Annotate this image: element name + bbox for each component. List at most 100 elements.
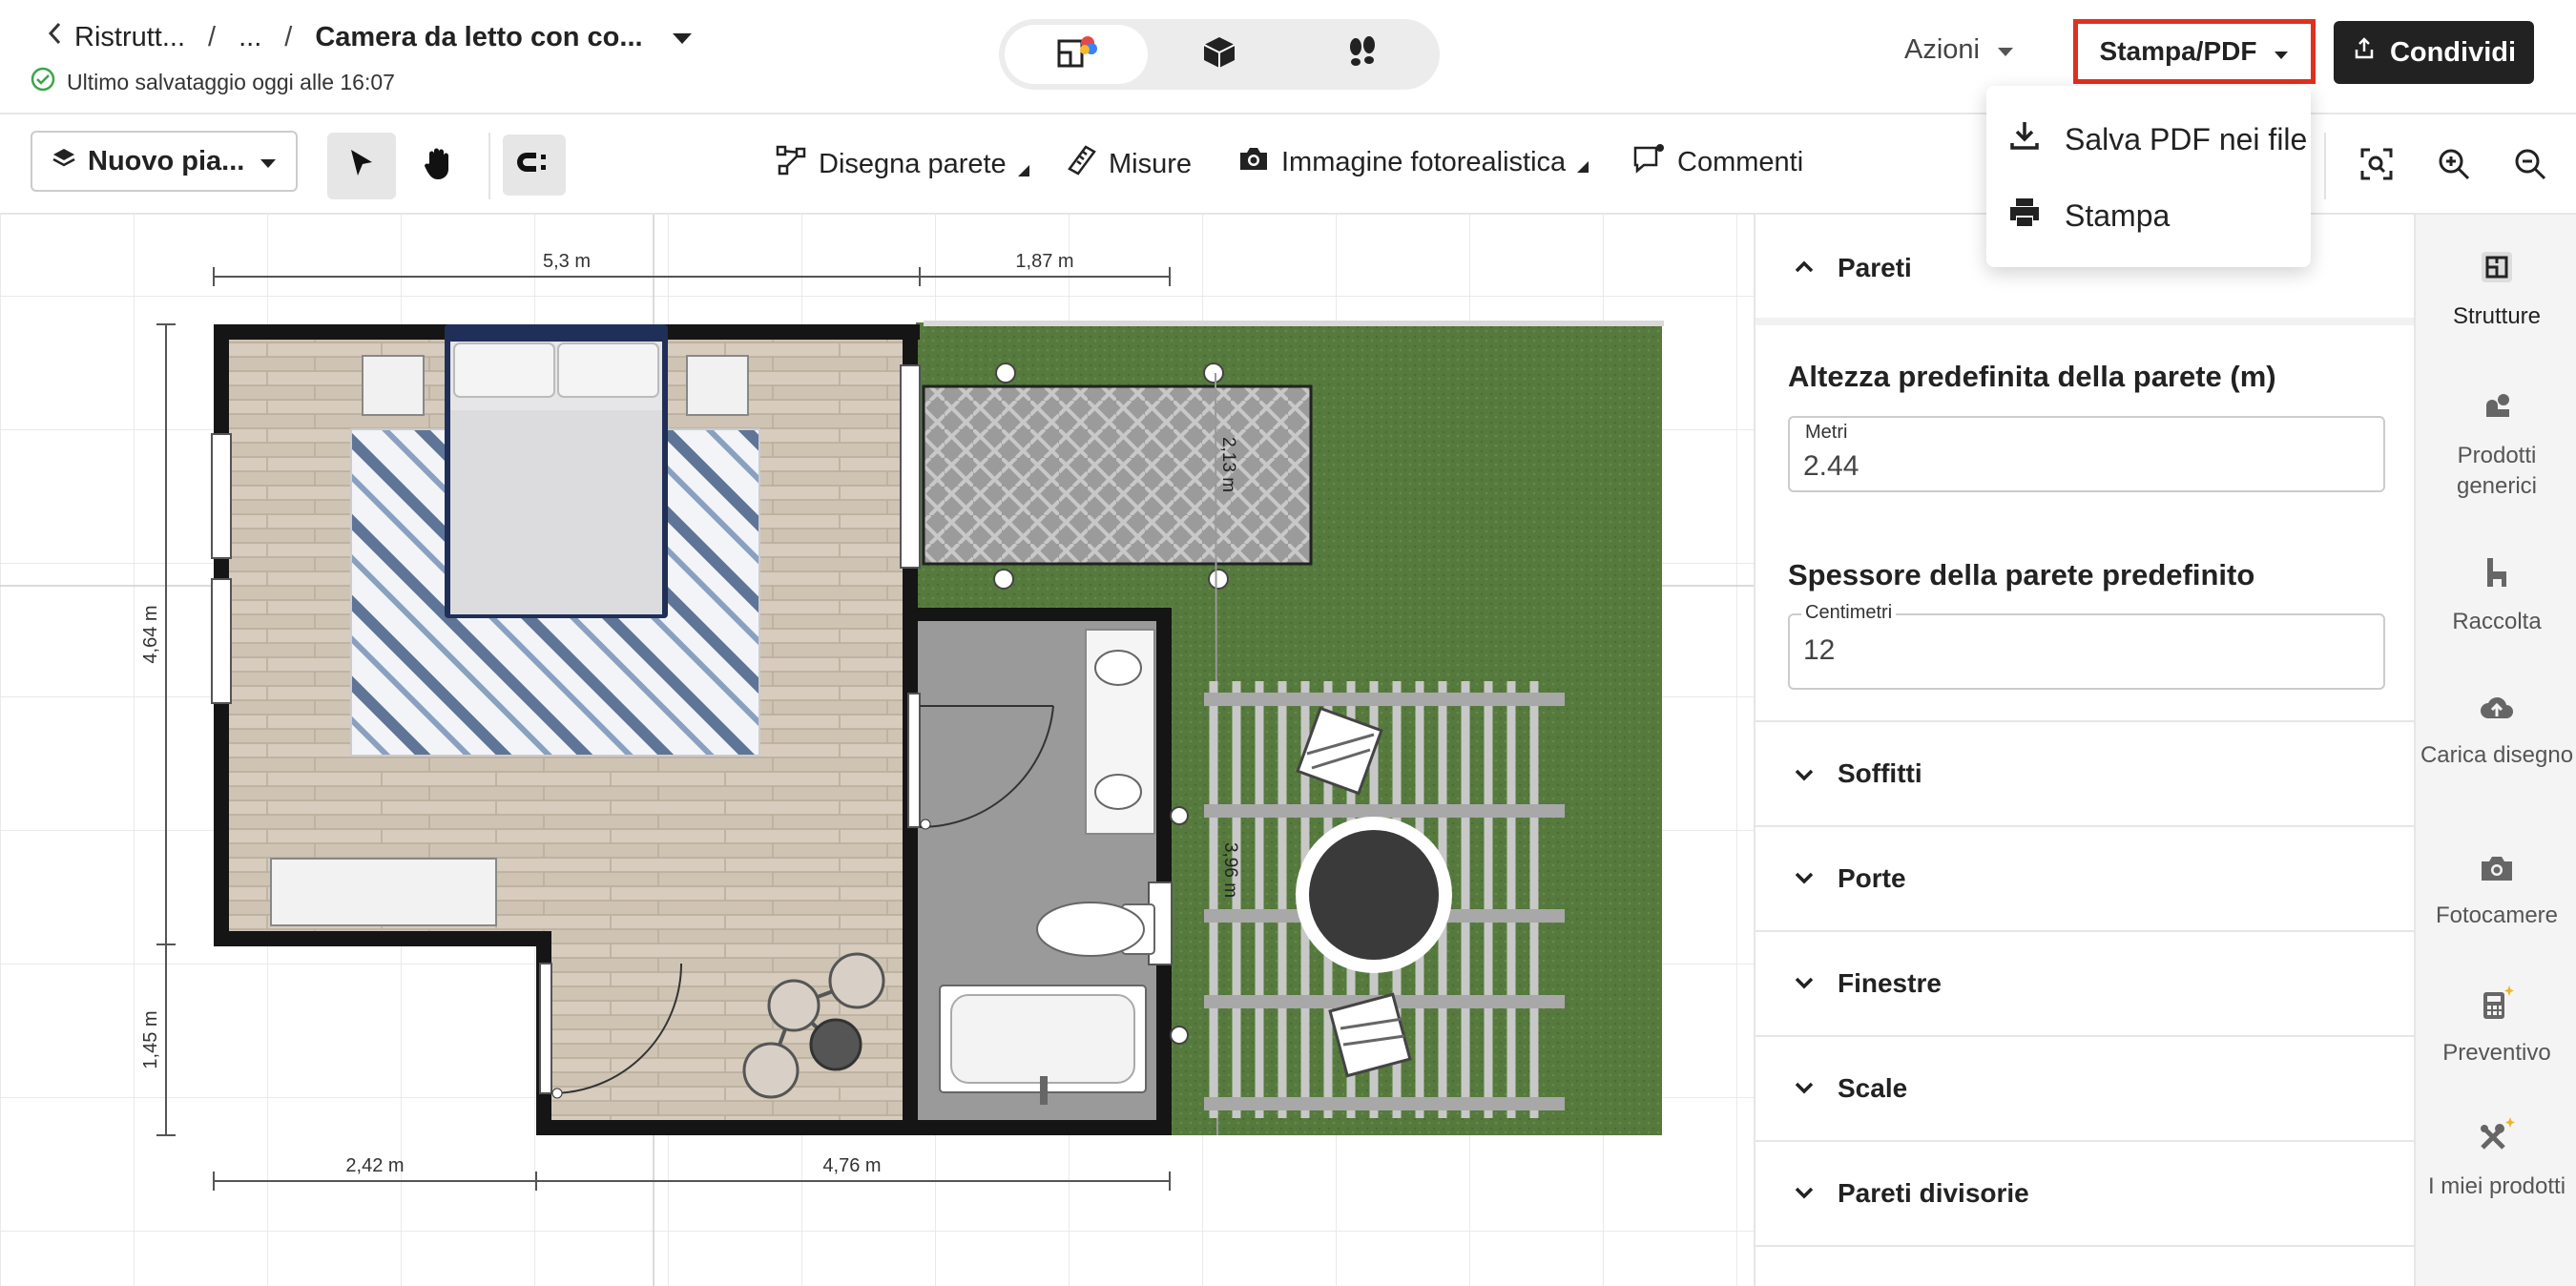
floor-plan-drawing[interactable]: 5,3 m 1,87 m 4,64 m 1,45 m 2,42 m 4,76 m… [0,215,1754,1286]
rail-item-fotocamere[interactable]: Fotocamere [2416,852,2576,931]
chevron-down-icon [1790,1178,1818,1207]
section-soffitti[interactable]: Soffitti [1755,722,2416,827]
calculator-icon [2416,984,2576,1030]
dim-label-left-bottom: 1,45 m [140,1010,161,1068]
measures-tool[interactable]: Misure [1067,144,1192,184]
rail-item-raccolta[interactable]: Raccolta [2416,554,2576,637]
share-icon [2352,36,2377,69]
section-scale[interactable]: Scale [1755,1037,2416,1142]
photorealistic-image-label: Immagine fotorealistica [1281,146,1567,177]
save-status-text: Ultimo salvataggio oggi alle 16:07 [67,69,395,94]
wall-height-title: Altezza predefinita della parete (m) [1788,360,2276,393]
dim-label-pergola: 3,96 m [1220,842,1240,898]
measures-label: Misure [1109,148,1193,179]
snap-tool-button[interactable] [503,135,566,196]
toilet[interactable] [1036,902,1155,957]
patio-paving[interactable] [922,384,1313,566]
breadcrumb-project[interactable]: Ristrutt... [74,22,185,53]
draw-wall-tool[interactable]: Disegna parete [775,144,1029,184]
select-tool-button[interactable] [327,133,396,199]
draw-wall-icon [775,144,807,184]
floor-label: Nuovo pia... [88,145,245,176]
mode-3d[interactable] [1148,25,1291,84]
fit-to-screen-icon [2358,146,2395,187]
corner-caret-icon [1577,149,1589,180]
rail-label: Strutture [2452,303,2542,329]
wall-thickness-label: Centimetri [1801,602,1897,624]
breadcrumb-current[interactable]: Camera da letto con co... [315,22,642,53]
bathtub[interactable] [939,985,1147,1105]
layers-icon [52,145,76,177]
patio-post [995,363,1016,384]
wall-height-value[interactable]: 2.44 [1803,450,1859,483]
generic-products-icon [2416,388,2576,433]
yard-fence [924,321,1664,326]
dim-label-top-right: 1,87 m [1015,251,1073,272]
rail-item-preventivo[interactable]: Preventivo [2416,984,2576,1068]
section-pareti-divisorie[interactable]: Pareti divisorie [1755,1142,2416,1247]
camera-icon [1237,144,1270,180]
print-label: Stampa [2065,197,2171,233]
actions-menu[interactable]: Azioni [1904,34,2014,66]
breadcrumb-ellipsis[interactable]: ... [239,22,261,53]
wall-thickness-field[interactable]: Centimetri 12 [1788,602,2385,690]
fit-view-button[interactable] [2342,133,2411,199]
window[interactable] [900,364,921,569]
share-button[interactable]: Condividi [2334,21,2534,84]
printer-icon [2007,195,2042,237]
mode-walkthrough[interactable] [1291,25,1434,84]
window[interactable] [211,433,232,559]
double-bed[interactable] [445,324,668,618]
toolbar-divider [2324,133,2326,199]
breadcrumb: Ristrutt... / ... / Camera da letto con … [46,21,693,53]
floor-selector[interactable]: Nuovo pia... [31,131,298,192]
camera-icon [2416,852,2576,893]
section-finestre[interactable]: Finestre [1755,932,2416,1037]
zoom-out-icon [2512,146,2548,187]
photorealistic-image-tool[interactable]: Immagine fotorealistica [1237,144,1589,180]
wall-light [1170,1026,1189,1045]
rail-label: Raccolta [2452,609,2542,634]
window[interactable] [211,578,232,704]
mode-2d[interactable] [1005,25,1148,84]
rail-item-strutture[interactable]: Strutture [2416,249,2576,332]
sink [1094,650,1142,686]
sink [1094,774,1142,810]
patio-post [1203,363,1224,384]
rail-item-prodotti-generici[interactable]: Prodotti generici [2416,388,2576,502]
wall-height-field[interactable]: Metri 2.44 [1788,416,2385,492]
properties-panel: Pareti Altezza predefinita della parete … [1754,215,2416,1286]
breadcrumb-separator: / [208,21,217,52]
section-finestre-title: Finestre [1838,968,1942,998]
section-porte-title: Porte [1838,863,1906,893]
dresser[interactable] [270,858,497,926]
download-icon [2007,118,2042,160]
wall-thickness-value[interactable]: 12 [1803,634,1835,667]
zoom-out-button[interactable] [2496,133,2565,199]
caret-down-icon [1997,34,2014,66]
rail-label: Fotocamere [2435,902,2559,928]
nightstand[interactable] [686,355,749,416]
back-chevron-icon[interactable] [46,21,65,53]
check-circle-icon [31,67,55,97]
footsteps-icon [1343,33,1381,76]
rail-item-carica-disegno[interactable]: Carica disegno [2416,692,2576,771]
rail-label: Carica disegno [2420,742,2574,768]
design-menu-caret-icon[interactable] [672,22,693,53]
print-pdf-button[interactable]: Stampa/PDF [2073,19,2316,84]
pan-tool-button[interactable] [404,133,472,199]
magnet-snap-icon [515,149,553,182]
collection-icon [2416,554,2576,599]
chevron-down-icon [1790,863,1818,892]
save-pdf-menu-item[interactable]: Salva PDF nei file [2007,118,2307,160]
comments-tool[interactable]: Commenti [1631,142,1803,182]
upload-cloud-icon [2416,692,2576,733]
dim-label-bottom-left: 2,42 m [345,1155,404,1176]
rail-item-i-miei-prodotti[interactable]: I miei prodotti [2416,1115,2576,1202]
zoom-in-button[interactable] [2420,133,2488,199]
cube-3d-icon [1200,33,1238,76]
print-menu-item[interactable]: Stampa [2007,195,2170,237]
floor-plan-canvas[interactable]: 5,3 m 1,87 m 4,64 m 1,45 m 2,42 m 4,76 m… [0,215,1754,1286]
nightstand[interactable] [362,355,425,416]
section-porte[interactable]: Porte [1755,827,2416,932]
